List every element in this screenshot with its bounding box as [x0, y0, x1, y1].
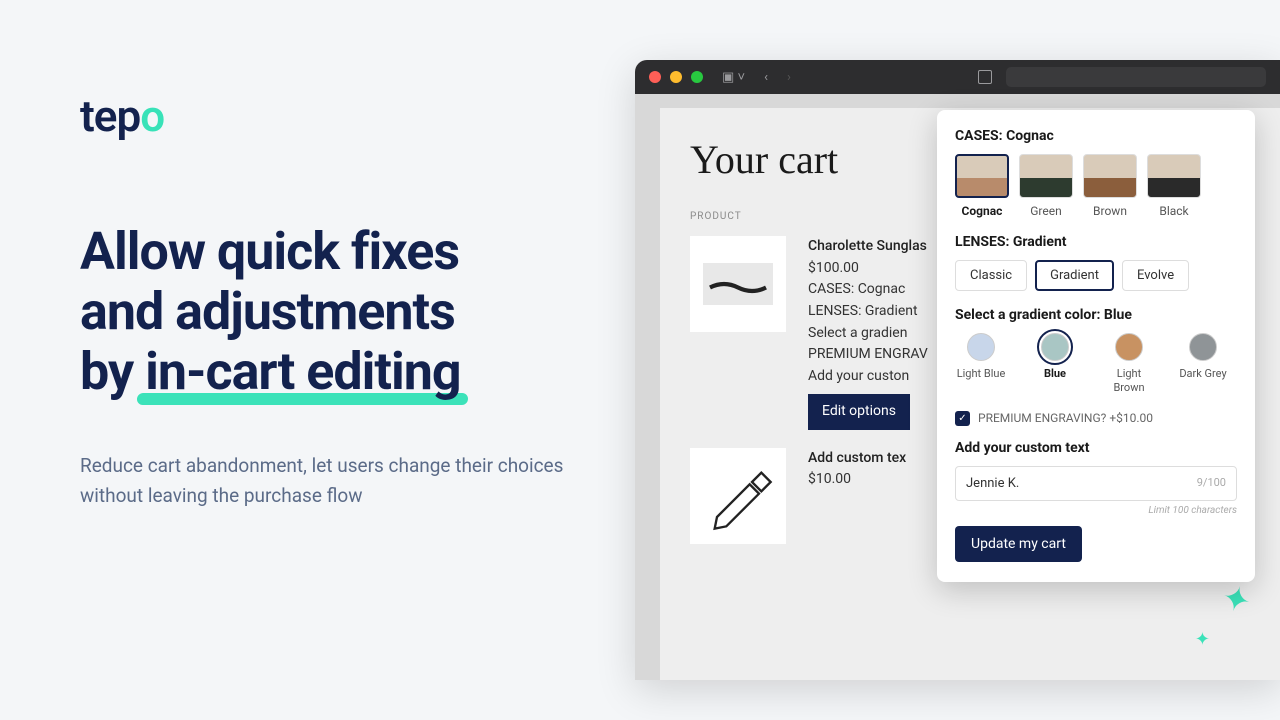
nav-forward-icon: ›	[787, 70, 791, 85]
case-swatch-black[interactable]	[1147, 154, 1201, 198]
update-cart-button[interactable]: Update my cart	[955, 526, 1082, 562]
sparkle-icon: ✦	[1195, 629, 1210, 650]
window-titlebar: ▣ ˅ ‹ ›	[635, 60, 1280, 94]
case-swatch-label: Green	[1019, 204, 1073, 218]
product-name: Add custom tex	[808, 448, 906, 470]
case-swatch-brown[interactable]	[1083, 154, 1137, 198]
option-label-cases: CASES: Cognac	[955, 128, 1237, 144]
product-price: $100.00	[808, 258, 928, 280]
lens-option-classic[interactable]: Classic	[955, 260, 1027, 291]
hero-headline: Allow quick fixes and adjustments by in-…	[80, 222, 600, 401]
product-meta: CASES: Cognac	[808, 279, 928, 301]
hero-line-2: and adjustments	[80, 282, 600, 342]
char-count: 9/100	[1197, 476, 1226, 491]
minimize-icon[interactable]	[670, 71, 682, 83]
case-swatch-cognac[interactable]	[955, 154, 1009, 198]
edit-options-panel: CASES: Cognac Cognac Green Brown Black LENS…	[937, 110, 1255, 582]
hero-subtext: Reduce cart abandonment, let users chang…	[80, 451, 600, 510]
case-swatch-label: Brown	[1083, 204, 1137, 218]
case-swatch-label: Black	[1147, 204, 1201, 218]
browser-window: ▣ ˅ ‹ › Your cart PRODUCT Charolette Sun…	[635, 60, 1280, 680]
char-limit-note: Limit 100 characters	[955, 505, 1237, 516]
engraving-label: PREMIUM ENGRAVING? +$10.00	[978, 411, 1153, 425]
sidebar-toggle-icon[interactable]: ▣ ˅	[722, 69, 745, 85]
lens-option-gradient[interactable]: Gradient	[1035, 260, 1114, 291]
product-thumbnail	[690, 448, 786, 544]
lens-option-evolve[interactable]: Evolve	[1122, 260, 1189, 291]
gradient-color-blue[interactable]: Blue	[1029, 333, 1081, 395]
product-price: $10.00	[808, 469, 906, 491]
custom-text-input[interactable]: Jennie K. 9/100	[955, 466, 1237, 501]
case-swatch-green[interactable]	[1019, 154, 1073, 198]
edit-options-button[interactable]: Edit options	[808, 394, 910, 430]
engraving-checkbox-row[interactable]: ✓ PREMIUM ENGRAVING? +$10.00	[955, 411, 1237, 426]
hero-line-1: Allow quick fixes	[80, 222, 600, 282]
nav-back-icon[interactable]: ‹	[764, 70, 768, 85]
product-meta: Select a gradien	[808, 323, 928, 345]
checkbox-checked-icon: ✓	[955, 411, 970, 426]
address-bar[interactable]	[1006, 67, 1266, 87]
option-label-lenses: LENSES: Gradient	[955, 234, 1237, 250]
gradient-color-light-blue[interactable]: Light Blue	[955, 333, 1007, 395]
shield-icon[interactable]	[978, 70, 992, 84]
product-thumbnail	[690, 236, 786, 332]
custom-text-value: Jennie K.	[966, 476, 1019, 491]
product-name: Charolette Sunglas	[808, 236, 928, 258]
gradient-color-dark-grey[interactable]: Dark Grey	[1177, 333, 1229, 395]
case-swatch-label: Cognac	[955, 204, 1009, 218]
custom-text-label: Add your custom text	[955, 440, 1237, 456]
product-meta: PREMIUM ENGRAV	[808, 344, 928, 366]
product-meta: Add your custon	[808, 366, 928, 388]
maximize-icon[interactable]	[691, 71, 703, 83]
close-icon[interactable]	[649, 71, 661, 83]
hero-line-3: by in-cart editing	[80, 342, 600, 402]
product-meta: LENSES: Gradient	[808, 301, 928, 323]
option-label-gradient: Select a gradient color: Blue	[955, 307, 1237, 323]
gradient-color-light-brown[interactable]: Light Brown	[1103, 333, 1155, 395]
brand-logo: tepo	[80, 90, 600, 142]
